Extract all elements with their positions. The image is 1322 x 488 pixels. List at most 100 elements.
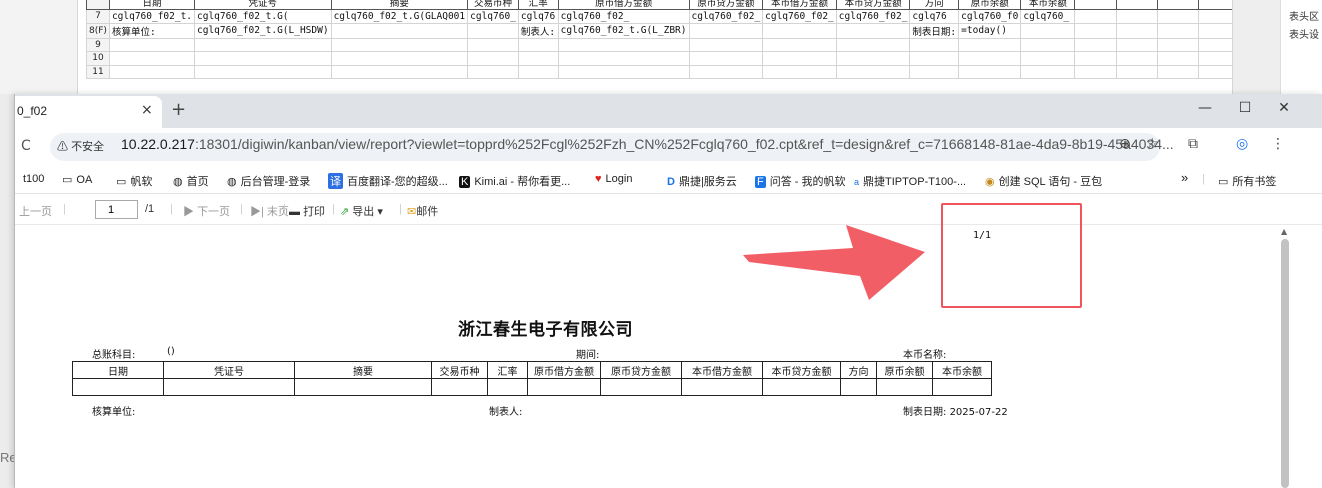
bookmarks-overflow-button[interactable]: » (1181, 170, 1188, 185)
designer-cell[interactable]: 摘要 (330, 0, 469, 10)
designer-cell[interactable] (1074, 22, 1117, 39)
designer-cell[interactable]: cglq760_f02_ (835, 9, 911, 24)
designer-cell[interactable]: 本币贷方金额 (835, 0, 911, 10)
designer-cell[interactable] (958, 37, 1022, 53)
mail-button[interactable]: ✉邮件 (407, 203, 438, 219)
bookmark-item[interactable]: ▭ OA (62, 173, 92, 186)
designer-cell[interactable]: 制表人: (517, 22, 559, 39)
designer-cell[interactable] (194, 37, 332, 53)
designer-cell[interactable]: cglq760_f02_t.G(L_HSDW) (194, 22, 332, 39)
bookmark-item[interactable]: D 鼎捷|服务云 (667, 173, 737, 189)
designer-cell[interactable] (194, 51, 332, 66)
designer-cell[interactable] (835, 22, 911, 39)
designer-cell[interactable] (1020, 64, 1076, 80)
menu-icon[interactable]: ⋮ (1271, 136, 1285, 152)
designer-cell[interactable]: cglq76 (517, 9, 559, 24)
designer-cell[interactable] (1156, 9, 1199, 24)
designer-cell[interactable]: 原币借方金额 (557, 0, 690, 10)
designer-cell[interactable]: 原币贷方金额 (688, 0, 764, 10)
security-indicator[interactable]: ⚠ 不安全 (57, 138, 104, 154)
designer-cell[interactable] (108, 64, 196, 80)
close-icon[interactable]: × (141, 102, 153, 118)
designer-cell[interactable] (557, 37, 690, 53)
designer-cell[interactable]: 汇率 (517, 0, 559, 10)
designer-cell[interactable]: 核算单位: (108, 22, 196, 39)
designer-cell[interactable]: =today() (958, 22, 1022, 39)
row-header[interactable]: 7 (86, 9, 110, 24)
designer-cell[interactable]: cglq760_ (467, 9, 519, 24)
designer-cell[interactable] (688, 64, 764, 80)
profile-icon[interactable]: ◎ (1236, 136, 1248, 152)
designer-cell[interactable] (467, 22, 519, 39)
designer-cell[interactable] (1115, 22, 1158, 39)
next-page-button[interactable]: ▶ 下一页 (183, 203, 230, 219)
report-vertical-scrollbar[interactable]: ▲ (1281, 225, 1322, 488)
row-header[interactable]: 10 (86, 51, 110, 66)
designer-cell[interactable] (1020, 22, 1076, 39)
bookmark-item[interactable]: 译百度翻译-您的超级... (328, 173, 448, 189)
designer-cell[interactable]: 本币借方金额 (762, 0, 837, 10)
designer-cell[interactable] (1074, 51, 1117, 66)
designer-cell[interactable] (909, 37, 960, 53)
designer-cell[interactable] (1156, 37, 1199, 53)
designer-cell[interactable] (467, 51, 519, 66)
property-item[interactable]: 表头设 (1289, 26, 1319, 41)
bookmark-item[interactable]: ◉ 创建 SQL 语句 - 豆包 (985, 173, 1102, 189)
maximize-button[interactable]: ☐ (1233, 100, 1257, 116)
prev-page-button[interactable]: 上一页 (19, 203, 52, 219)
designer-cell[interactable] (330, 64, 469, 80)
designer-cell[interactable]: cglq760_f02_ (557, 9, 690, 24)
designer-cell[interactable]: 日期 (108, 0, 196, 10)
designer-vertical-scrollbar[interactable] (1232, 0, 1280, 94)
designer-cell[interactable] (688, 22, 764, 39)
reload-icon[interactable]: C (21, 138, 31, 154)
designer-cell[interactable] (1115, 37, 1158, 53)
designer-cell[interactable] (835, 64, 911, 80)
designer-cell[interactable]: cglq760_f02_t.G( (194, 9, 332, 24)
designer-cell[interactable] (909, 51, 960, 66)
tab-report[interactable]: 0_f02 × (15, 96, 162, 128)
row-header[interactable]: 9 (86, 37, 110, 53)
new-tab-button[interactable]: + (171, 99, 186, 120)
designer-cell[interactable]: 交易币种 (467, 0, 519, 10)
bookmark-item[interactable]: ◍ 后台管理-登录 (227, 173, 310, 189)
property-item[interactable]: 表头区 (1289, 8, 1319, 23)
designer-cell[interactable]: cglq760_f02_t.G(GLAQ001 (330, 9, 469, 24)
designer-cell[interactable] (762, 37, 837, 53)
designer-cell[interactable]: cglq760_ (1020, 9, 1076, 24)
minimize-button[interactable]: — (1193, 100, 1217, 116)
url-text[interactable]: 10.22.0.217:18301/digiwin/kanban/view/re… (121, 136, 1174, 152)
designer-cell[interactable] (1156, 0, 1199, 10)
designer-cell[interactable] (762, 64, 837, 80)
designer-cell[interactable]: 凭证号 (194, 0, 332, 10)
designer-cell[interactable] (557, 51, 690, 66)
row-header[interactable]: 11 (86, 64, 110, 80)
page-number-input[interactable] (95, 200, 138, 219)
bookmark-item[interactable]: F 问答 - 我的帆软 (755, 173, 846, 189)
zoom-icon[interactable]: ⊕ (1119, 136, 1131, 152)
designer-cell[interactable] (1074, 0, 1117, 10)
designer-cell[interactable] (762, 51, 837, 66)
bookmark-item[interactable]: a 鼎捷TIPTOP-T100-... (854, 173, 966, 189)
designer-cell[interactable]: 制表日期: (909, 22, 960, 39)
export-button[interactable]: ⇗ 导出 ▾ (340, 203, 383, 219)
scrollbar-thumb[interactable] (1281, 239, 1289, 488)
designer-cell[interactable] (557, 64, 690, 80)
cast-icon[interactable]: ⧉ (1188, 136, 1198, 152)
designer-cell[interactable] (1156, 51, 1199, 66)
row-header[interactable]: 8(F) (86, 22, 110, 39)
bookmark-item[interactable]: K Kimi.ai - 帮你看更... (459, 173, 570, 189)
designer-cell[interactable]: cglq760_f02_t.G(L_ZBR) (557, 22, 690, 39)
designer-cell[interactable] (194, 64, 332, 80)
designer-cell[interactable] (1020, 37, 1076, 53)
close-window-button[interactable]: ✕ (1272, 100, 1296, 116)
designer-cell[interactable] (1074, 37, 1117, 53)
designer-cell[interactable] (517, 37, 559, 53)
row-header[interactable] (86, 0, 110, 10)
designer-cell[interactable] (835, 51, 911, 66)
designer-cell[interactable] (909, 64, 960, 80)
bookmark-item[interactable]: ◍ 首页 (173, 173, 209, 189)
bookmark-item[interactable]: t100 (23, 173, 44, 185)
print-button[interactable]: ▬ 打印 (289, 203, 325, 219)
designer-cell[interactable] (762, 22, 837, 39)
